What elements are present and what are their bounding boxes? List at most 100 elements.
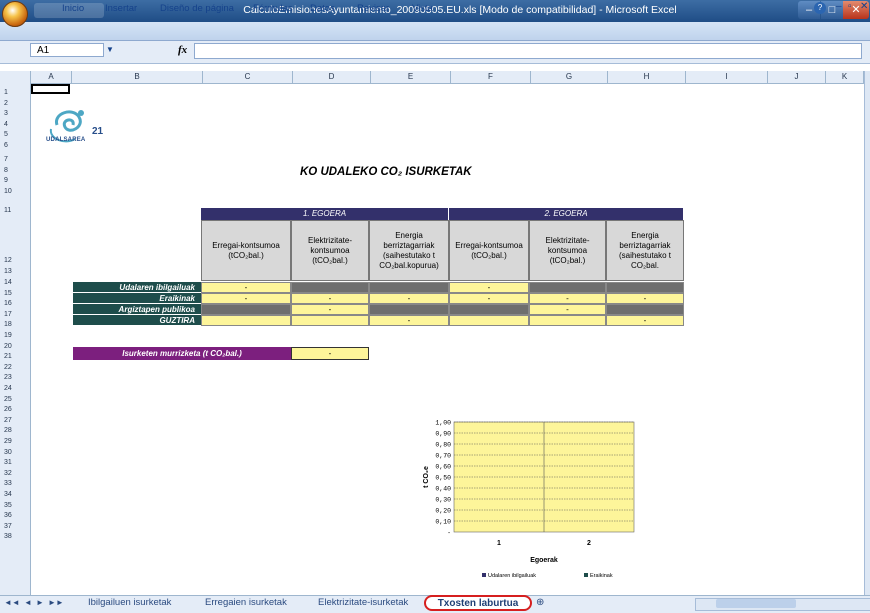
row-header-11[interactable]: 11 (0, 193, 30, 214)
data-cell[interactable]: - (201, 293, 291, 304)
tab-inicio[interactable]: Inicio (62, 3, 84, 14)
data-cell[interactable]: - (606, 315, 684, 326)
reduction-value[interactable]: - (291, 347, 369, 360)
column-header-e[interactable]: E (371, 71, 451, 83)
horizontal-scroll-thumb[interactable] (716, 599, 796, 608)
data-cell[interactable]: - (449, 293, 529, 304)
row-header-38[interactable]: 38 (0, 528, 30, 540)
data-cell[interactable]: - (606, 293, 684, 304)
column-header-i[interactable]: I (686, 71, 768, 83)
row-header-25[interactable]: 25 (0, 391, 30, 403)
workbook-restore-icon[interactable]: ▫ (848, 1, 852, 12)
next-sheet-icon[interactable]: ► (36, 598, 44, 607)
data-cell[interactable]: - (449, 282, 529, 293)
workbook-close-icon[interactable]: ✕ (860, 1, 868, 12)
row-header-35[interactable]: 35 (0, 497, 30, 509)
row-header-12[interactable]: 12 (0, 213, 30, 264)
row-header-7[interactable]: 7 (0, 148, 30, 163)
data-cell[interactable] (606, 282, 684, 293)
column-header-h[interactable]: H (608, 71, 686, 83)
column-header-f[interactable]: F (451, 71, 531, 83)
data-cell[interactable] (201, 304, 291, 315)
row-header-16[interactable]: 16 (0, 295, 30, 307)
data-cell[interactable]: - (529, 304, 606, 315)
row-header-20[interactable]: 20 (0, 338, 30, 350)
tab-revisar[interactable]: Revisar (357, 3, 389, 14)
row-header-3[interactable]: 3 (0, 105, 30, 117)
data-cell[interactable] (369, 282, 449, 293)
row-header-26[interactable]: 26 (0, 401, 30, 413)
data-cell[interactable] (291, 282, 369, 293)
data-cell[interactable] (449, 315, 529, 326)
data-cell[interactable]: - (201, 282, 291, 293)
row-header-10[interactable]: 10 (0, 183, 30, 195)
data-cell[interactable]: - (369, 315, 449, 326)
row-header-33[interactable]: 33 (0, 475, 30, 487)
last-sheet-icon[interactable]: ►► (48, 598, 64, 607)
data-cell[interactable] (201, 315, 291, 326)
data-cell[interactable] (369, 304, 449, 315)
column-header-a[interactable]: A (31, 71, 72, 83)
row-header-8[interactable]: 8 (0, 162, 30, 174)
row-header-9[interactable]: 9 (0, 172, 30, 184)
data-cell[interactable] (529, 315, 606, 326)
fx-icon[interactable]: fx (178, 44, 187, 56)
row-header-34[interactable]: 34 (0, 486, 30, 498)
column-header-k[interactable]: K (826, 71, 864, 83)
row-header-31[interactable]: 31 (0, 454, 30, 466)
row-header-4[interactable]: 4 (0, 116, 30, 128)
select-all-corner[interactable] (0, 71, 31, 83)
row-header-13[interactable]: 13 (0, 263, 30, 275)
column-header-g[interactable]: G (531, 71, 608, 83)
tab-formulas[interactable]: Fórmulas (253, 3, 293, 14)
vertical-scrollbar[interactable] (864, 71, 870, 595)
column-header-d[interactable]: D (293, 71, 371, 83)
sheet-tab[interactable]: Erregaien isurketak (205, 597, 287, 608)
data-cell[interactable]: - (291, 304, 369, 315)
data-cell[interactable] (449, 304, 529, 315)
data-cell[interactable] (529, 282, 606, 293)
row-header-24[interactable]: 24 (0, 380, 30, 392)
column-header-c[interactable]: C (203, 71, 293, 83)
help-icon[interactable]: ? (814, 2, 826, 14)
row-header-29[interactable]: 29 (0, 433, 30, 445)
column-header-b[interactable]: B (72, 71, 203, 83)
chevron-down-icon[interactable]: ▼ (106, 45, 114, 54)
data-cell[interactable]: - (369, 293, 449, 304)
formula-input[interactable] (194, 43, 862, 59)
tab-datos[interactable]: Datos (310, 3, 335, 14)
row-header-27[interactable]: 27 (0, 412, 30, 424)
office-button[interactable] (2, 1, 28, 27)
row-header-2[interactable]: 2 (0, 95, 30, 107)
row-header-28[interactable]: 28 (0, 422, 30, 434)
insert-sheet-icon[interactable]: ⊕ (536, 597, 544, 608)
selected-cell-a1[interactable] (31, 84, 70, 94)
sheet-tab[interactable]: Elektrizitate-isurketak (318, 597, 408, 608)
data-cell[interactable] (606, 304, 684, 315)
row-header-19[interactable]: 19 (0, 327, 30, 339)
row-header-14[interactable]: 14 (0, 274, 30, 286)
prev-sheet-icon[interactable]: ◄ (24, 598, 32, 607)
row-header-5[interactable]: 5 (0, 126, 30, 138)
row-header-36[interactable]: 36 (0, 507, 30, 519)
row-header-22[interactable]: 22 (0, 359, 30, 371)
sheet-tab[interactable]: Ibilgailuen isurketak (88, 597, 171, 608)
data-cell[interactable] (291, 315, 369, 326)
first-sheet-icon[interactable]: ◄◄ (4, 598, 20, 607)
data-cell[interactable]: - (291, 293, 369, 304)
sheet-tab-active[interactable]: Txosten laburtua (424, 595, 532, 611)
row-header-1[interactable]: 1 (0, 84, 30, 96)
row-header-21[interactable]: 21 (0, 348, 30, 360)
workbook-minimize-icon[interactable]: – (836, 1, 842, 12)
row-header-32[interactable]: 32 (0, 465, 30, 477)
data-cell[interactable]: - (529, 293, 606, 304)
name-box[interactable]: A1 (30, 43, 104, 57)
row-header-6[interactable]: 6 (0, 137, 30, 149)
row-header-30[interactable]: 30 (0, 444, 30, 456)
tab-diseno[interactable]: Diseño de página (160, 3, 234, 14)
row-header-37[interactable]: 37 (0, 518, 30, 530)
row-header-23[interactable]: 23 (0, 369, 30, 381)
row-header-15[interactable]: 15 (0, 285, 30, 297)
row-header-17[interactable]: 17 (0, 306, 30, 318)
tab-vista[interactable]: Vista (412, 3, 433, 14)
